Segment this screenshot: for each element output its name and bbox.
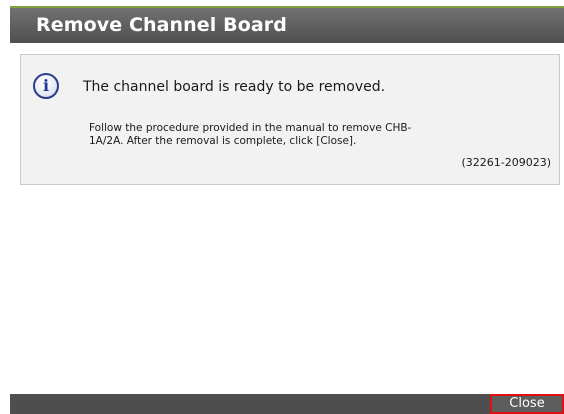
dialog-footer: Close [10,394,564,414]
status-message: The channel board is ready to be removed… [83,79,386,95]
dialog-title: Remove Channel Board [36,14,287,36]
message-panel: i The channel board is ready to be remov… [20,54,560,185]
close-button[interactable]: Close [490,394,564,414]
info-icon: i [33,73,59,99]
remove-channel-board-dialog: Remove Channel Board i The channel board… [0,0,564,414]
instruction-text: Follow the procedure provided in the man… [89,122,412,147]
message-code: (32261-209023) [461,156,551,169]
dialog-titlebar: Remove Channel Board [10,6,564,43]
